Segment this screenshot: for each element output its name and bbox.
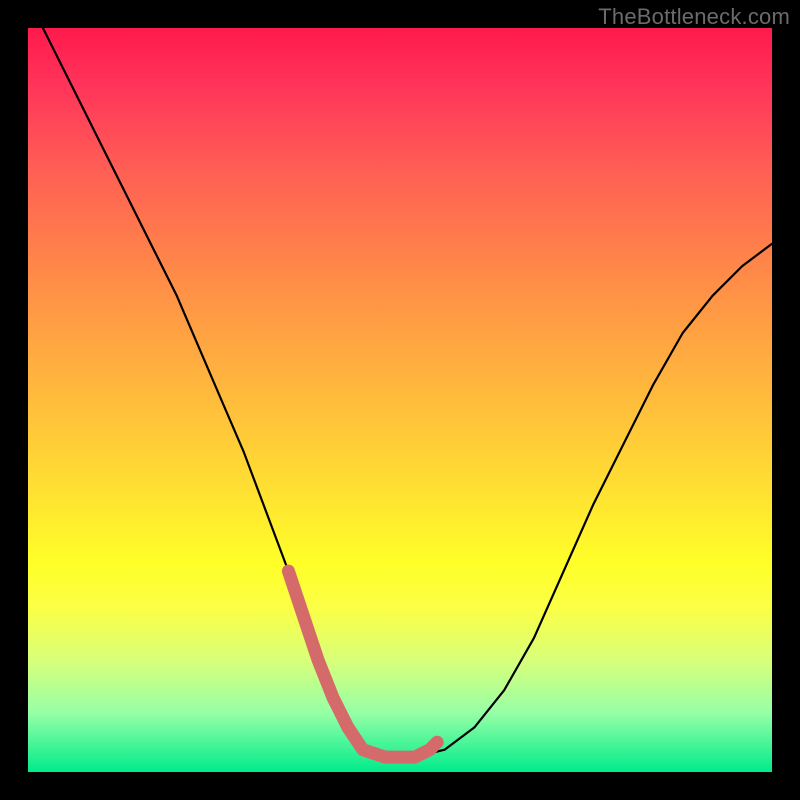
- optimal-zone-marker: [288, 571, 437, 757]
- chart-svg: [28, 28, 772, 772]
- watermark-text: TheBottleneck.com: [598, 4, 790, 30]
- chart-plot-area: [28, 28, 772, 772]
- bottleneck-curve: [43, 28, 772, 757]
